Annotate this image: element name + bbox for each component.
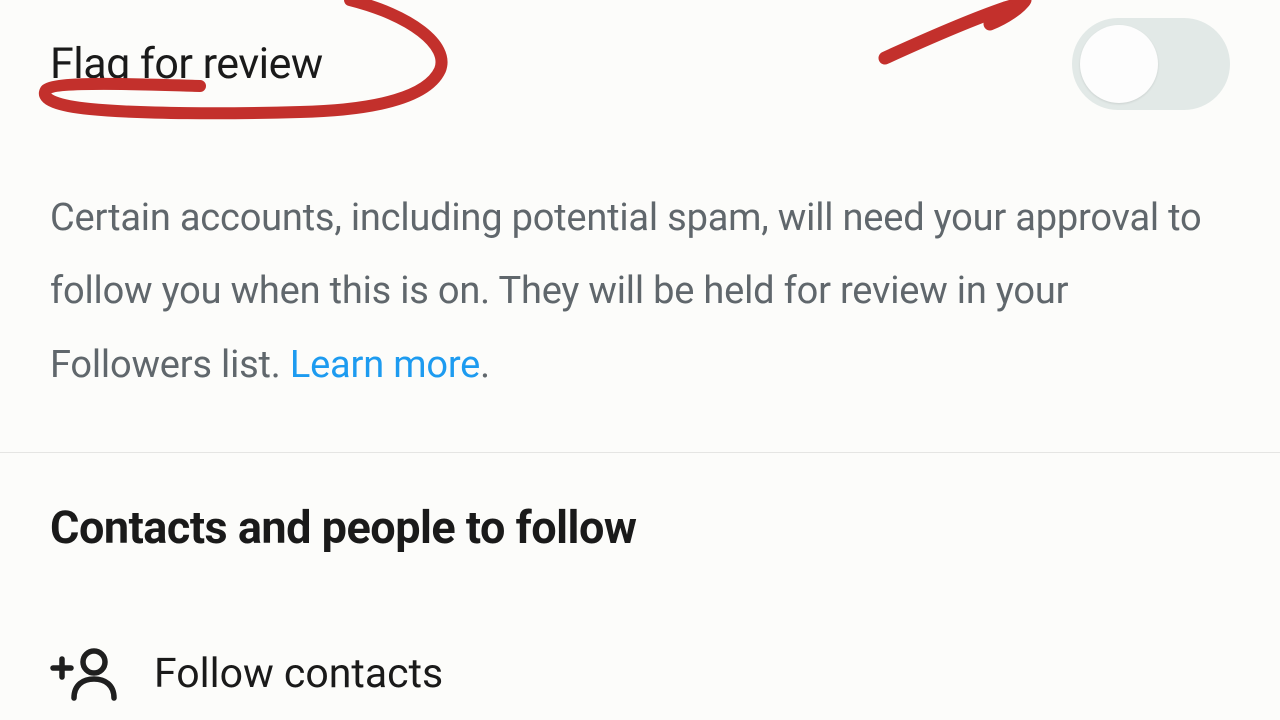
- flag-for-review-title: Flag for review: [50, 39, 323, 89]
- contacts-section: Contacts and people to follow Follow con…: [0, 453, 1280, 702]
- flag-for-review-section: Flag for review Certain accounts, includ…: [0, 0, 1280, 453]
- flag-for-review-toggle[interactable]: [1072, 18, 1230, 110]
- follow-contacts-label: Follow contacts: [154, 650, 443, 698]
- follow-contacts-row[interactable]: Follow contacts: [50, 646, 1230, 702]
- contacts-heading: Contacts and people to follow: [50, 501, 1230, 554]
- description-text: Certain accounts, including potential sp…: [50, 196, 1202, 387]
- add-person-icon: [50, 646, 120, 702]
- learn-more-link[interactable]: Learn more: [290, 343, 480, 387]
- flag-for-review-row: Flag for review: [50, 18, 1230, 110]
- toggle-knob: [1080, 25, 1158, 103]
- flag-for-review-description: Certain accounts, including potential sp…: [50, 182, 1230, 402]
- description-trailing: .: [480, 343, 490, 387]
